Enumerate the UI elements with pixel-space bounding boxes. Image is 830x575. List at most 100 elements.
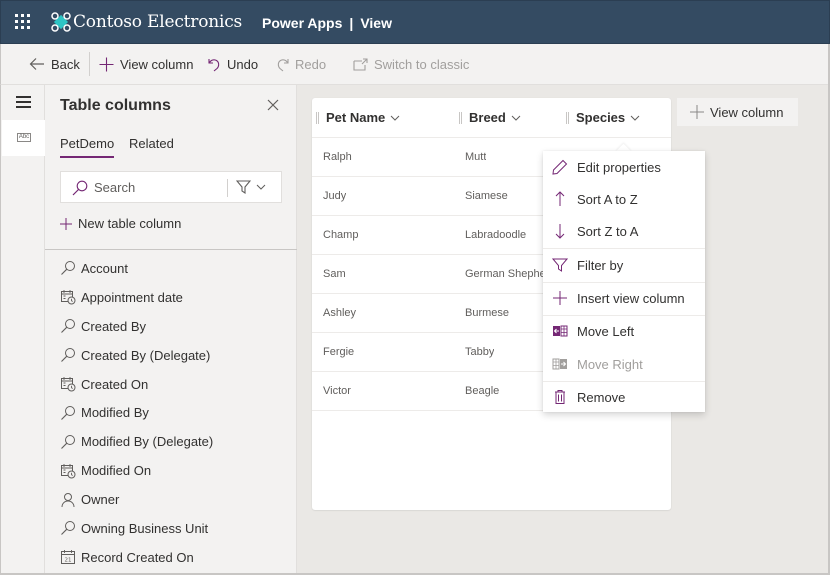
column-resize-handle[interactable] bbox=[459, 111, 462, 124]
column-list-item[interactable]: Owning Business Unit bbox=[60, 514, 290, 543]
arrow-left-icon bbox=[29, 58, 44, 70]
panel-title: Table columns bbox=[60, 97, 171, 114]
undo-icon bbox=[208, 58, 220, 71]
column-header-pet-name[interactable]: Pet Name bbox=[316, 110, 400, 125]
table-cell: Siamese bbox=[465, 190, 508, 202]
filter-icon bbox=[236, 180, 251, 194]
menu-item-label: Move Right bbox=[577, 356, 643, 372]
lookup-icon bbox=[60, 434, 76, 450]
chevron-down-icon bbox=[511, 115, 521, 121]
column-list-item-label: Created On bbox=[81, 376, 149, 392]
column-list-item[interactable]: Modified By bbox=[60, 398, 290, 427]
new-table-column-label: New table column bbox=[78, 216, 182, 231]
datetime-icon bbox=[60, 463, 76, 479]
search-divider bbox=[227, 179, 228, 197]
menu-item-label: Edit properties bbox=[577, 159, 661, 175]
plus-icon bbox=[60, 217, 72, 230]
column-list-item[interactable]: Modified By (Delegate) bbox=[60, 427, 290, 456]
new-table-column-button[interactable]: New table column bbox=[60, 216, 181, 231]
column-list-item[interactable]: Appointment date bbox=[60, 283, 290, 312]
menu-item-label: Filter by bbox=[577, 257, 624, 273]
brand-name: Contoso Electronics bbox=[73, 12, 243, 32]
app-title: Power Apps | View bbox=[262, 15, 392, 31]
filter-icon bbox=[552, 258, 568, 272]
move-right-icon bbox=[552, 358, 567, 370]
table-cell: Sam bbox=[323, 268, 346, 280]
menu-item-filter-by[interactable]: Filter by bbox=[543, 250, 705, 280]
grid-header: Pet Name Breed Species bbox=[312, 98, 671, 138]
hamburger-icon[interactable] bbox=[16, 96, 31, 108]
lookup-icon bbox=[60, 520, 76, 536]
arrow-down-icon bbox=[555, 224, 565, 239]
svg-text:21: 21 bbox=[65, 558, 72, 564]
back-button[interactable]: Back bbox=[29, 55, 80, 73]
column-list-item[interactable]: Created On bbox=[60, 370, 290, 399]
search-input[interactable]: Search bbox=[60, 171, 282, 203]
column-list-item[interactable]: Owner bbox=[60, 485, 290, 514]
column-list-item-label: Modified By (Delegate) bbox=[81, 434, 214, 450]
rail-item-columns[interactable]: Abc bbox=[2, 120, 45, 156]
arrow-up-icon bbox=[555, 191, 565, 206]
menu-divider bbox=[543, 248, 705, 249]
column-header-label: Pet Name bbox=[326, 110, 386, 125]
app-launcher-icon[interactable] bbox=[15, 14, 33, 32]
table-columns-panel: Table columns PetDemo Related Search New… bbox=[45, 85, 297, 575]
column-list-item-label: Modified By bbox=[81, 405, 149, 421]
menu-item-move-right[interactable]: Move Right bbox=[543, 349, 705, 379]
menu-item-remove[interactable]: Remove bbox=[543, 382, 705, 412]
column-list-item[interactable]: Account bbox=[60, 254, 290, 283]
lookup-icon bbox=[60, 318, 76, 334]
menu-item-label: Remove bbox=[577, 389, 626, 405]
filter-dropdown-button[interactable] bbox=[236, 180, 266, 194]
undo-button[interactable]: Undo bbox=[208, 55, 258, 73]
menu-item-label: Move Left bbox=[577, 323, 635, 339]
column-list: Account Appointment date Created By Created… bbox=[60, 254, 290, 572]
close-icon[interactable] bbox=[267, 99, 279, 111]
datetime-icon bbox=[60, 376, 76, 392]
table-cell: Tabby bbox=[465, 346, 495, 358]
table-cell: German Shepherd bbox=[465, 268, 556, 280]
undo-label: Undo bbox=[227, 56, 259, 72]
switch-to-classic-button[interactable]: Switch to classic bbox=[353, 55, 469, 73]
page-name: View bbox=[360, 15, 392, 31]
menu-item-label: Insert view column bbox=[577, 290, 685, 306]
column-header-breed[interactable]: Breed bbox=[459, 110, 521, 125]
left-rail: Abc bbox=[0, 85, 45, 575]
column-context-menu: Edit properties Sort A to Z Sort Z to A … bbox=[543, 151, 705, 412]
tab-petdemo[interactable]: PetDemo bbox=[60, 136, 115, 158]
column-list-item[interactable]: Created By (Delegate) bbox=[60, 341, 290, 370]
menu-item-sort-z-a[interactable]: Sort Z to A bbox=[543, 216, 705, 246]
app-name: Power Apps bbox=[262, 15, 343, 31]
chevron-down-icon bbox=[390, 115, 400, 121]
table-cell: Ralph bbox=[323, 151, 352, 163]
text-field-icon: Abc bbox=[17, 133, 31, 142]
column-list-item[interactable]: Created By bbox=[60, 312, 290, 341]
column-list-item-label: Account bbox=[81, 260, 128, 276]
plus-icon bbox=[690, 105, 704, 119]
app-header: Contoso Electronics Power Apps | View bbox=[0, 0, 830, 44]
menu-item-insert-view-column[interactable]: Insert view column bbox=[543, 283, 705, 313]
column-list-item[interactable]: 21 Record Created On bbox=[60, 543, 290, 572]
add-view-column-button[interactable]: View column bbox=[677, 98, 798, 126]
menu-item-sort-a-z[interactable]: Sort A to Z bbox=[543, 184, 705, 214]
tab-related[interactable]: Related bbox=[129, 136, 174, 151]
column-header-label: Breed bbox=[469, 110, 506, 125]
redo-label: Redo bbox=[295, 56, 327, 72]
column-list-item-label: Owning Business Unit bbox=[81, 520, 209, 536]
column-resize-handle[interactable] bbox=[316, 111, 319, 124]
menu-item-move-left[interactable]: Move Left bbox=[543, 316, 705, 346]
title-separator: | bbox=[349, 15, 354, 31]
redo-button[interactable]: Redo bbox=[276, 55, 326, 73]
add-view-column-button[interactable]: View column bbox=[99, 55, 193, 73]
brand-logo-icon bbox=[51, 12, 71, 32]
plus-icon bbox=[99, 57, 114, 71]
table-cell: Judy bbox=[323, 190, 347, 202]
menu-item-edit-properties[interactable]: Edit properties bbox=[543, 152, 705, 182]
column-list-item[interactable]: Modified On bbox=[60, 456, 290, 485]
column-list-item-label: Owner bbox=[81, 492, 120, 508]
column-resize-handle[interactable] bbox=[566, 111, 569, 124]
column-header-species[interactable]: Species bbox=[566, 110, 640, 125]
column-list-item-label: Created By bbox=[81, 318, 147, 334]
table-cell: Victor bbox=[323, 385, 351, 397]
command-bar: Back View column Undo Redo Switch to cla… bbox=[0, 44, 830, 85]
